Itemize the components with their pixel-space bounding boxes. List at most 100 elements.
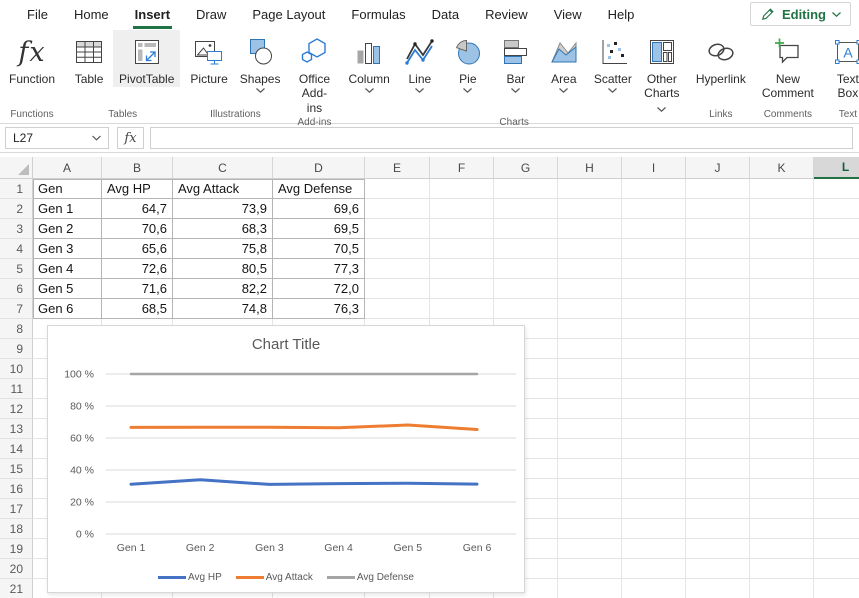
- line-button[interactable]: Line: [396, 30, 444, 94]
- cell-H19[interactable]: [558, 539, 622, 559]
- cell-I12[interactable]: [622, 399, 686, 419]
- row-header-2[interactable]: 2: [0, 199, 33, 219]
- cell-C5[interactable]: 80,5: [173, 259, 273, 279]
- cell-I3[interactable]: [622, 219, 686, 239]
- cell-L8[interactable]: [814, 319, 859, 339]
- cell-K6[interactable]: [750, 279, 814, 299]
- row-header-21[interactable]: 21: [0, 579, 33, 598]
- cell-H15[interactable]: [558, 459, 622, 479]
- cell-L10[interactable]: [814, 359, 859, 379]
- function-button[interactable]: fxFunction: [3, 30, 61, 87]
- cell-J16[interactable]: [686, 479, 750, 499]
- cell-J13[interactable]: [686, 419, 750, 439]
- cell-K13[interactable]: [750, 419, 814, 439]
- cell-A1[interactable]: Gen: [33, 179, 102, 199]
- cell-A5[interactable]: Gen 4: [33, 259, 102, 279]
- column-header-E[interactable]: E: [365, 157, 430, 179]
- row-header-7[interactable]: 7: [0, 299, 33, 319]
- chevron-down-icon[interactable]: [463, 87, 472, 93]
- cell-D7[interactable]: 76,3: [273, 299, 365, 319]
- cell-I15[interactable]: [622, 459, 686, 479]
- cell-F3[interactable]: [430, 219, 494, 239]
- cell-K9[interactable]: [750, 339, 814, 359]
- cell-L19[interactable]: [814, 539, 859, 559]
- cell-A6[interactable]: Gen 5: [33, 279, 102, 299]
- cell-J11[interactable]: [686, 379, 750, 399]
- cell-H9[interactable]: [558, 339, 622, 359]
- cell-I14[interactable]: [622, 439, 686, 459]
- cell-G2[interactable]: [494, 199, 558, 219]
- cell-I6[interactable]: [622, 279, 686, 299]
- cell-K7[interactable]: [750, 299, 814, 319]
- area-button[interactable]: Area: [540, 30, 588, 94]
- column-header-A[interactable]: A: [33, 157, 102, 179]
- editing-button[interactable]: Editing: [750, 2, 851, 26]
- text-box-button[interactable]: AText Box: [824, 30, 859, 102]
- cell-E6[interactable]: [365, 279, 430, 299]
- cell-C2[interactable]: 73,9: [173, 199, 273, 219]
- cell-D3[interactable]: 69,5: [273, 219, 365, 239]
- row-header-12[interactable]: 12: [0, 399, 33, 419]
- row-header-4[interactable]: 4: [0, 239, 33, 259]
- cell-J2[interactable]: [686, 199, 750, 219]
- tab-review[interactable]: Review: [472, 2, 541, 27]
- cell-K21[interactable]: [750, 579, 814, 598]
- cell-L15[interactable]: [814, 459, 859, 479]
- cell-J18[interactable]: [686, 519, 750, 539]
- table-button[interactable]: Table: [65, 30, 113, 87]
- row-header-10[interactable]: 10: [0, 359, 33, 379]
- cell-H16[interactable]: [558, 479, 622, 499]
- cell-H6[interactable]: [558, 279, 622, 299]
- chevron-down-icon[interactable]: [415, 87, 424, 93]
- row-header-20[interactable]: 20: [0, 559, 33, 579]
- cell-I13[interactable]: [622, 419, 686, 439]
- cell-L7[interactable]: [814, 299, 859, 319]
- shapes-button[interactable]: Shapes: [234, 30, 287, 94]
- cell-I10[interactable]: [622, 359, 686, 379]
- cell-L20[interactable]: [814, 559, 859, 579]
- cell-L11[interactable]: [814, 379, 859, 399]
- cell-F4[interactable]: [430, 239, 494, 259]
- cell-D5[interactable]: 77,3: [273, 259, 365, 279]
- cell-J5[interactable]: [686, 259, 750, 279]
- cell-G5[interactable]: [494, 259, 558, 279]
- cell-K4[interactable]: [750, 239, 814, 259]
- cell-B5[interactable]: 72,6: [102, 259, 173, 279]
- cell-L4[interactable]: [814, 239, 859, 259]
- cell-J21[interactable]: [686, 579, 750, 598]
- cell-H10[interactable]: [558, 359, 622, 379]
- cell-E4[interactable]: [365, 239, 430, 259]
- chevron-down-icon[interactable]: [511, 87, 520, 93]
- cell-K19[interactable]: [750, 539, 814, 559]
- cell-G7[interactable]: [494, 299, 558, 319]
- cell-E5[interactable]: [365, 259, 430, 279]
- insert-function-button[interactable]: fx: [117, 127, 144, 149]
- cell-J7[interactable]: [686, 299, 750, 319]
- cell-H17[interactable]: [558, 499, 622, 519]
- tab-page-layout[interactable]: Page Layout: [239, 2, 338, 27]
- cell-I4[interactable]: [622, 239, 686, 259]
- cell-K16[interactable]: [750, 479, 814, 499]
- cell-H11[interactable]: [558, 379, 622, 399]
- chevron-down-icon[interactable]: [608, 87, 617, 93]
- cell-F7[interactable]: [430, 299, 494, 319]
- cell-L5[interactable]: [814, 259, 859, 279]
- scatter-button[interactable]: Scatter: [588, 30, 638, 94]
- cell-K15[interactable]: [750, 459, 814, 479]
- cell-I18[interactable]: [622, 519, 686, 539]
- cell-J12[interactable]: [686, 399, 750, 419]
- picture-button[interactable]: Picture: [184, 30, 233, 87]
- column-header-I[interactable]: I: [622, 157, 686, 179]
- cell-G6[interactable]: [494, 279, 558, 299]
- cell-H2[interactable]: [558, 199, 622, 219]
- pivottable-button[interactable]: PivotTable: [113, 30, 180, 87]
- cell-J1[interactable]: [686, 179, 750, 199]
- cell-J19[interactable]: [686, 539, 750, 559]
- cell-B3[interactable]: 70,6: [102, 219, 173, 239]
- column-header-G[interactable]: G: [494, 157, 558, 179]
- tab-insert[interactable]: Insert: [122, 2, 183, 27]
- cell-L2[interactable]: [814, 199, 859, 219]
- cell-I5[interactable]: [622, 259, 686, 279]
- column-header-D[interactable]: D: [273, 157, 365, 179]
- row-header-19[interactable]: 19: [0, 539, 33, 559]
